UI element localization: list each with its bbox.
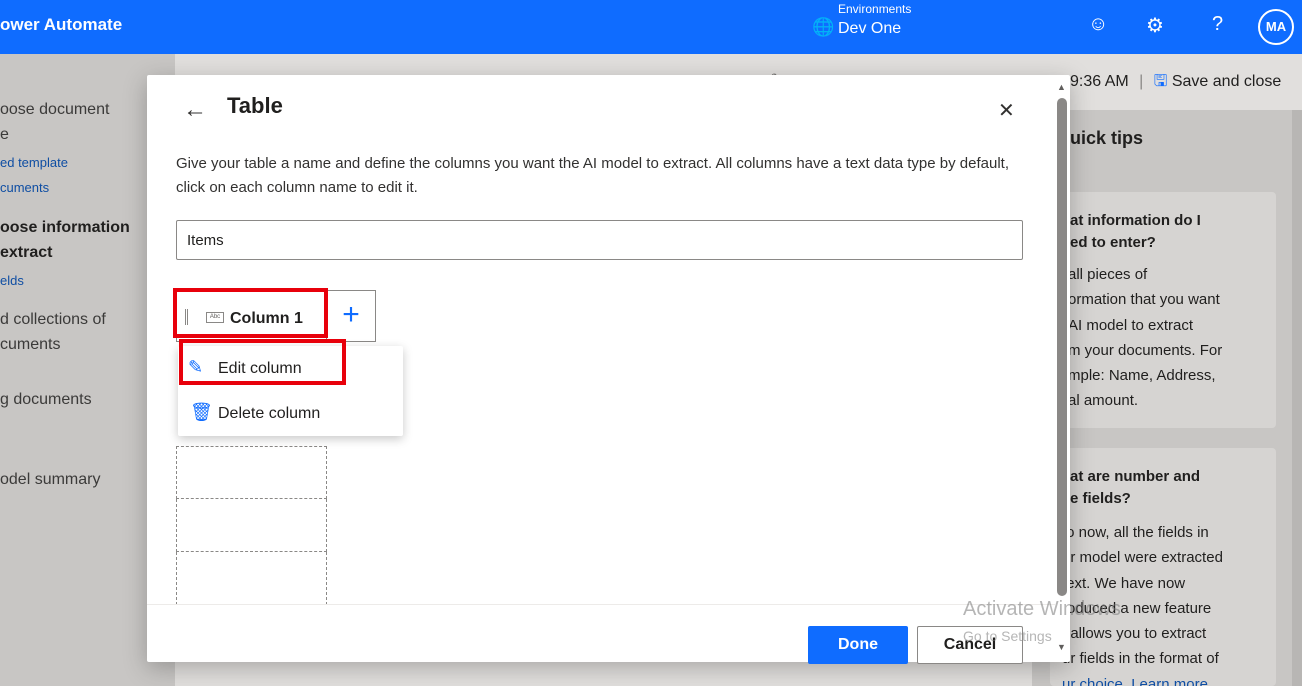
plus-icon[interactable]: + bbox=[326, 290, 376, 342]
table-cell bbox=[176, 446, 327, 499]
quick-tips-title: uick tips bbox=[1070, 128, 1144, 148]
tip-card-2-heading-line: at are number and bbox=[1070, 468, 1201, 485]
tip-card-1-heading: at information do I ed to enter? bbox=[1070, 210, 1260, 254]
column-name-label[interactable]: Column 1 bbox=[230, 310, 303, 328]
table-cell bbox=[176, 499, 327, 552]
tip-line: text. We have now bbox=[1062, 574, 1186, 592]
nav-step-collections[interactable]: d collections of bbox=[0, 311, 106, 329]
drag-handle-icon[interactable] bbox=[185, 309, 188, 325]
nav-step-choose-document[interactable]: oose document bbox=[0, 101, 109, 119]
nav-link-documents[interactable]: cuments bbox=[0, 180, 49, 195]
text-type-icon: Abc bbox=[206, 312, 224, 323]
tip-line: al amount. bbox=[1068, 392, 1139, 410]
scroll-up-icon[interactable]: ▲ bbox=[1057, 82, 1066, 92]
environments-label[interactable]: Environments bbox=[838, 2, 911, 16]
tip-card-1-heading-line: at information do I bbox=[1070, 212, 1201, 229]
save-toolbar: 9:36 AM | 🖫 Save and close bbox=[1070, 70, 1281, 97]
smiley-icon[interactable]: ☺ bbox=[1088, 13, 1108, 36]
nav-step-collections-2[interactable]: cuments bbox=[0, 336, 60, 354]
footer-divider bbox=[147, 604, 1055, 605]
help-icon[interactable]: ? bbox=[1212, 13, 1223, 36]
app-title: ower Automate bbox=[0, 15, 123, 34]
nav-step-choose-document-2[interactable]: e bbox=[0, 126, 9, 144]
tip-line: AI model to extract bbox=[1068, 316, 1194, 334]
table-name-input[interactable] bbox=[176, 220, 1023, 260]
trash-icon: 🗑 bbox=[190, 402, 213, 422]
nav-step-tag-documents[interactable]: g documents bbox=[0, 391, 92, 409]
arrow-left-icon[interactable]: ← bbox=[183, 96, 207, 124]
tip-line: ormation that you want bbox=[1068, 291, 1220, 309]
edit-column-label: Edit column bbox=[218, 360, 302, 377]
save-icon[interactable]: 🖫 bbox=[1154, 73, 1168, 90]
table-cell bbox=[176, 552, 327, 605]
activation-watermark-sub: Go to Settings bbox=[963, 628, 1052, 644]
delete-column-label: Delete column bbox=[218, 405, 321, 422]
dialog-scrollbar-thumb[interactable] bbox=[1057, 98, 1067, 596]
top-bar: ower Automate 🌐 Environments Dev One ☺ ⚙… bbox=[0, 0, 1302, 54]
tip-line: m your documents. For bbox=[1068, 341, 1223, 359]
tip-line: ur model were extracted bbox=[1062, 549, 1223, 567]
save-time: 9:36 AM bbox=[1070, 73, 1129, 90]
dialog-description: Give your table a name and define the co… bbox=[176, 155, 1009, 196]
nav-link-template[interactable]: ed template bbox=[0, 155, 68, 170]
globe-icon[interactable]: 🌐 bbox=[812, 17, 834, 38]
nav-step-extract[interactable]: extract bbox=[0, 244, 52, 262]
gear-icon[interactable]: ⚙ bbox=[1146, 13, 1164, 38]
activation-watermark: Activate Windows bbox=[963, 598, 1121, 620]
save-and-close-button[interactable]: Save and close bbox=[1172, 73, 1281, 90]
tip-card-1-text: all pieces of ormation that you want AI … bbox=[1068, 262, 1268, 414]
tip-line: t allows you to extract bbox=[1062, 625, 1207, 643]
tip-line: to now, all the fields in bbox=[1062, 524, 1209, 541]
tip-line: ur fields in the format of bbox=[1062, 650, 1219, 668]
toolbar-divider: | bbox=[1139, 73, 1144, 90]
tip-card-1-heading-line: ed to enter? bbox=[1070, 234, 1156, 251]
delete-column-menu-item[interactable]: 🗑 Delete column bbox=[178, 393, 403, 433]
nav-step-choose-information[interactable]: oose information bbox=[0, 219, 130, 237]
tip-line: all pieces of bbox=[1068, 266, 1148, 283]
nav-link-fields[interactable]: elds bbox=[0, 273, 24, 288]
tip-card-2-heading: at are number and e fields? bbox=[1070, 466, 1260, 510]
nav-step-model-summary[interactable]: odel summary bbox=[0, 471, 100, 489]
scroll-down-icon[interactable]: ▼ bbox=[1057, 642, 1066, 652]
tip-line: mple: Name, Address, bbox=[1068, 367, 1216, 385]
tip-card-2-heading-line: e fields? bbox=[1070, 490, 1131, 507]
page-scrollbar[interactable] bbox=[1292, 110, 1302, 686]
tip-line: ur choice. Learn more bbox=[1062, 675, 1208, 686]
close-icon[interactable]: ✕ bbox=[998, 98, 1015, 123]
environment-name[interactable]: Dev One bbox=[838, 20, 901, 38]
avatar[interactable]: MA bbox=[1258, 9, 1294, 45]
pencil-icon: ✎ bbox=[188, 357, 204, 377]
dialog-title: Table bbox=[227, 93, 283, 118]
done-button[interactable]: Done bbox=[808, 626, 908, 664]
edit-column-menu-item[interactable]: ✎ Edit column bbox=[178, 348, 403, 388]
